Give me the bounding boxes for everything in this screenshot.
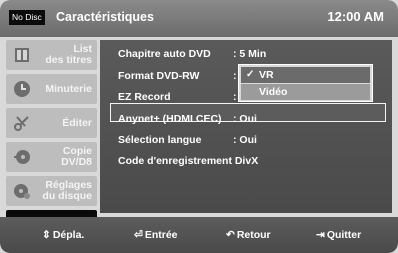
sidebar-item-disc-settings[interactable]: Réglages du disque [6, 176, 97, 206]
footer-enter: ⏎ Entrée [134, 217, 178, 253]
sidebar-item-title-list[interactable]: List des titres [6, 40, 97, 70]
setting-row-ez-record[interactable]: EZ Record : [118, 89, 237, 106]
footer-label: Dépla. [52, 229, 85, 241]
sidebar-item-label: Éditer [62, 116, 92, 129]
setting-row-dvd-rw-format[interactable]: Format DVD-RW : [118, 68, 237, 85]
setting-value: : Oui [233, 113, 257, 125]
no-disc-badge: No Disc [9, 10, 45, 25]
dropdown-option-vr[interactable]: ✓ VR [241, 67, 370, 83]
option-label: VR [259, 69, 274, 81]
return-arrow-icon: ↶ [226, 229, 235, 241]
exit-icon: ⇥ [316, 229, 325, 241]
setting-value: : 5 Min [233, 48, 267, 60]
setting-row-divx-code[interactable]: Code d'enregistrement DivX [118, 153, 258, 170]
up-down-arrow-icon: ⇕ [42, 229, 51, 241]
setting-label: EZ Record [118, 91, 171, 103]
setting-value: : [233, 70, 237, 82]
sidebar-item-label: Copie DV/D8 [61, 145, 92, 168]
setting-label: Sélection langue [118, 134, 202, 146]
dropdown-option-video[interactable]: Vidéo [241, 84, 370, 100]
check-icon: ✓ [246, 69, 255, 80]
setting-row-auto-chapter[interactable]: Chapitre auto DVD : 5 Min [118, 46, 266, 63]
header-bar: No Disc Caractéristiques 12:00 AM [0, 0, 398, 37]
sidebar-item-label: Réglages du disque [42, 179, 92, 202]
footer-exit: ⇥ Quitter [316, 217, 361, 253]
enter-icon: ⏎ [134, 229, 143, 241]
setting-label: Format DVD-RW [118, 70, 200, 82]
footer-return: ↶ Retour [226, 217, 271, 253]
sidebar-item-timer[interactable]: Minuterie [6, 74, 97, 104]
footer-label: Entrée [144, 229, 178, 241]
setting-value: : [233, 91, 237, 103]
setting-row-anynet[interactable]: Anynet+ (HDMI CEC) : Oui [118, 111, 257, 128]
format-dropdown: ✓ VR Vidéo [238, 64, 373, 102]
sidebar-item-label: List des titres [45, 43, 92, 66]
sidebar-item-edit[interactable]: Éditer [6, 108, 97, 138]
setting-label: Anynet+ (HDMI CEC) [118, 113, 222, 125]
sidebar: List des titres Minuterie Éditer Copie DV/… [6, 40, 97, 244]
footer-label: Retour [236, 229, 271, 241]
footer-move: ⇕ Dépla. [42, 217, 84, 253]
settings-screen: No Disc Caractéristiques 12:00 AM List de… [0, 0, 398, 253]
setting-value: : Oui [233, 134, 257, 146]
footer-bar: ⇕ Dépla. ⏎ Entrée ↶ Retour ⇥ Quitter [0, 217, 398, 253]
setting-row-language[interactable]: Sélection langue : Oui [118, 132, 257, 149]
option-label: Vidéo [259, 86, 288, 98]
setting-label: Chapitre auto DVD [118, 48, 211, 60]
footer-label: Quitter [326, 229, 362, 241]
clock: 12:00 AM [327, 9, 384, 24]
setting-label: Code d'enregistrement DivX [118, 155, 259, 167]
sidebar-item-label: Minuterie [45, 82, 92, 95]
sidebar-item-copy[interactable]: Copie DV/D8 [6, 142, 97, 172]
page-title: Caractéristiques [56, 10, 154, 24]
